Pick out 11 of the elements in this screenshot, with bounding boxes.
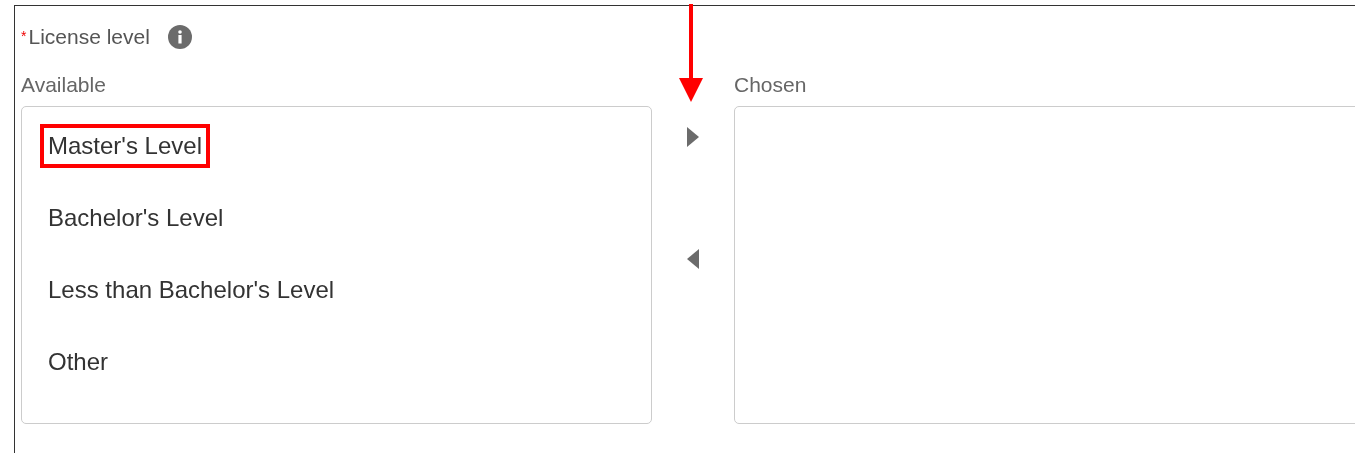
list-label: Available: [21, 72, 107, 98]
list-item[interactable]: Bachelor's Level: [48, 203, 224, 233]
right-triangle-icon: [687, 127, 699, 147]
list-item[interactable]: Other: [48, 347, 109, 377]
info-icon[interactable]: [167, 24, 192, 49]
field-label: License level: [28, 23, 150, 50]
list-item[interactable]: Master's Level: [48, 131, 202, 161]
required-asterisk: *: [21, 29, 27, 43]
list-item[interactable]: Less than Bachelor's Level: [48, 275, 335, 305]
list-label: Chosen: [734, 72, 808, 98]
left-triangle-icon: [687, 249, 699, 269]
